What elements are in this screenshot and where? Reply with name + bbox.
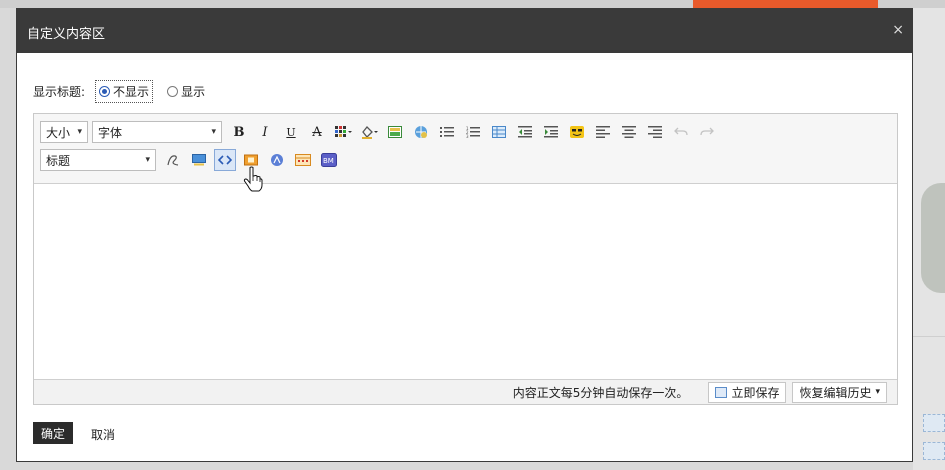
save-now-button[interactable]: 立即保存 (708, 381, 787, 403)
radio-show-title-dot[interactable] (167, 85, 179, 97)
display-title-row: 显示标题: 不显示 显示 (33, 79, 205, 103)
editor-toolbar: 大小 ▾ 字体 ▾ B I U A 1 2 3 标题 ▾ BM (34, 114, 897, 184)
insert-image-button[interactable] (384, 121, 406, 143)
background-color-button[interactable] (358, 121, 380, 143)
font-family-select[interactable]: 字体 ▾ (92, 121, 222, 143)
dialog-titlebar: 自定义内容区 × (17, 9, 912, 53)
background-shape (921, 183, 945, 293)
background-placeholder-1 (923, 414, 945, 432)
radio-show-title-label: 显示 (181, 84, 206, 99)
cancel-button[interactable]: 取消 (91, 426, 115, 443)
numbered-list-icon: 123 (466, 126, 480, 138)
align-center-icon (622, 126, 636, 138)
insert-map-button[interactable] (292, 149, 314, 171)
chevron-down-icon: ▾ (77, 127, 82, 137)
source-code-button[interactable] (214, 149, 236, 171)
hand-cursor-icon (243, 166, 263, 192)
font-size-label: 大小 (46, 125, 71, 140)
font-family-label: 字体 (98, 125, 123, 140)
align-right-button[interactable] (644, 121, 666, 143)
radio-hide-title-dot[interactable] (99, 85, 111, 97)
custom-content-dialog: 自定义内容区 × 显示标题: 不显示 显示 大小 ▾ 字体 ▾ B I U A … (16, 8, 913, 462)
insert-media-button[interactable] (188, 149, 210, 171)
insert-bm-button[interactable]: BM (318, 149, 340, 171)
outdent-button[interactable] (514, 121, 536, 143)
bold-button[interactable]: B (228, 121, 250, 143)
image-icon (388, 126, 402, 138)
display-title-label: 显示标题: (33, 84, 86, 99)
svg-text:BM: BM (323, 157, 334, 165)
paint-bucket-icon (362, 126, 378, 139)
redo-icon (700, 127, 714, 136)
dialog-title: 自定义内容区 (27, 27, 106, 42)
background-divider (913, 336, 945, 337)
underline-button[interactable]: U (280, 121, 302, 143)
font-size-select[interactable]: 大小 ▾ (40, 121, 88, 143)
emoticon-button[interactable] (566, 121, 588, 143)
save-now-label: 立即保存 (731, 385, 780, 400)
outdent-icon (518, 126, 532, 138)
indent-icon (544, 126, 558, 138)
calendar-icon (295, 154, 311, 166)
background-orange-bar (693, 0, 878, 8)
globe-link-icon (415, 126, 427, 138)
autosave-note: 内容正文每5分钟自动保存一次。 (512, 385, 689, 400)
heading-select[interactable]: 标题 ▾ (40, 149, 156, 171)
compass-icon (271, 154, 283, 166)
radio-hide-title-label: 不显示 (113, 84, 150, 99)
toolbar-row-2: 标题 ▾ BM (40, 149, 342, 171)
insert-link-button[interactable] (410, 121, 432, 143)
italic-button[interactable]: I (254, 121, 276, 143)
table-icon (492, 126, 506, 138)
bullet-list-icon (440, 127, 454, 137)
eraser-icon (167, 155, 179, 166)
insert-special-button[interactable] (266, 149, 288, 171)
media-icon (192, 154, 206, 166)
save-icon (715, 386, 728, 398)
chevron-down-icon: ▾ (145, 155, 150, 165)
redo-button[interactable] (696, 121, 718, 143)
ok-button[interactable]: 确定 (33, 422, 73, 444)
numbered-list-button[interactable]: 123 (462, 121, 484, 143)
undo-icon (674, 127, 688, 136)
align-left-button[interactable] (592, 121, 614, 143)
heading-label: 标题 (46, 153, 71, 168)
align-right-icon (648, 126, 662, 138)
emoticon-icon (570, 126, 584, 138)
restore-history-label: 恢复编辑历史 (799, 385, 872, 400)
chevron-down-icon: ▾ (211, 127, 216, 137)
editor-content-area[interactable] (34, 184, 897, 379)
bullet-list-button[interactable] (436, 121, 458, 143)
text-color-button[interactable] (332, 121, 354, 143)
color-grid-icon (335, 126, 352, 137)
background-page-right (913, 8, 945, 470)
radio-hide-title[interactable]: 不显示 (95, 79, 154, 103)
editor-statusbar: 内容正文每5分钟自动保存一次。 立即保存 恢复编辑历史 ▾ (34, 379, 897, 404)
radio-show-title[interactable]: 显示 (167, 83, 205, 100)
chevron-down-icon: ▾ (875, 387, 880, 397)
align-left-icon (596, 126, 610, 138)
undo-button[interactable] (670, 121, 692, 143)
bm-icon: BM (321, 153, 337, 167)
rich-text-editor: 大小 ▾ 字体 ▾ B I U A 1 2 3 标题 ▾ BM 内容正文每5分钟… (33, 113, 898, 405)
indent-button[interactable] (540, 121, 562, 143)
toolbar-row-1: 大小 ▾ 字体 ▾ B I U A 1 2 3 (40, 121, 720, 143)
close-icon[interactable]: × (892, 22, 904, 38)
svg-text:3: 3 (466, 134, 469, 138)
align-center-button[interactable] (618, 121, 640, 143)
code-icon (218, 155, 232, 165)
clear-format-button[interactable] (162, 149, 184, 171)
strikethrough-button[interactable]: A (306, 121, 328, 143)
restore-history-button[interactable]: 恢复编辑历史 ▾ (792, 381, 887, 403)
insert-table-button[interactable] (488, 121, 510, 143)
film-icon (244, 154, 258, 166)
background-placeholder-2 (923, 442, 945, 460)
